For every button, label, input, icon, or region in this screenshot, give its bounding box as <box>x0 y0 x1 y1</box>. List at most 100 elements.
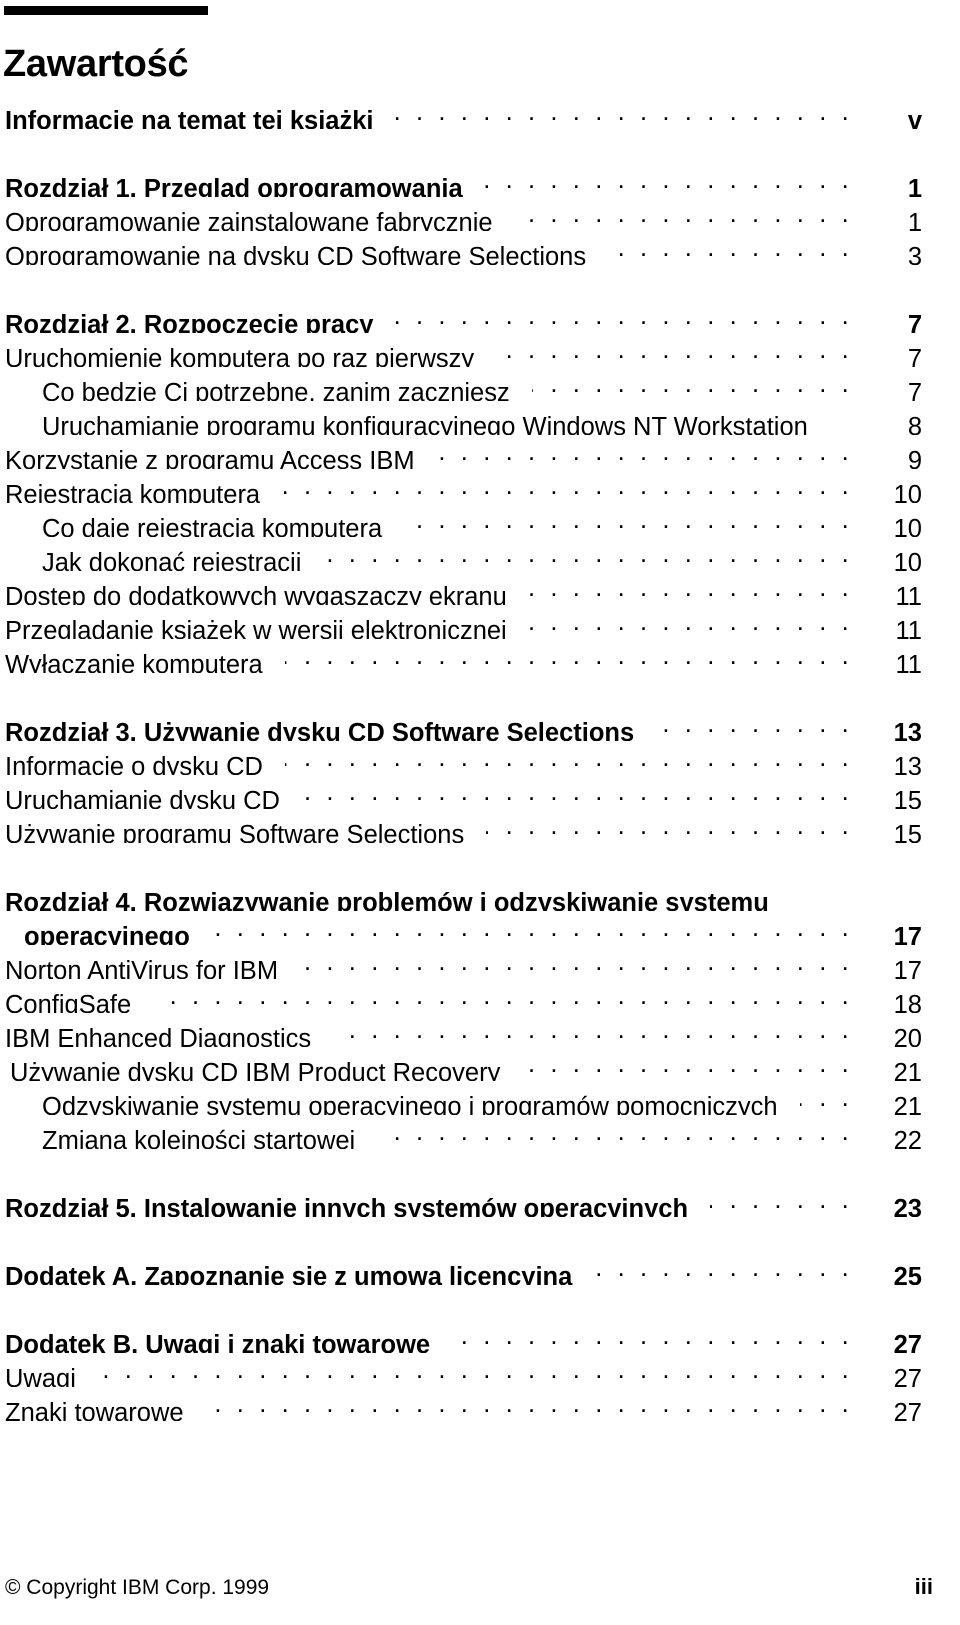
toc-entry[interactable]: Zmiana kolejności startowej . . . . . . .… <box>0 1115 928 1149</box>
toc-entry-label: Uruchamianie programu konfiguracyjnego W… <box>42 413 808 435</box>
toc-leader-dots-text: . . . . . . . . . . . . . . . . . . . . … <box>710 1186 849 1214</box>
toc-entry[interactable]: Wyłączanie komputera . . . . . . . . . . … <box>0 639 928 673</box>
toc-entry-label: Zmiana kolejności startowej <box>42 1127 356 1149</box>
toc-leader-dots-text: . . . . . . . . . . . . . . . . . . . . … <box>285 642 849 670</box>
toc-leader-dots-text: . . . . . . . . . . . . . . . . . . . . … <box>529 608 849 636</box>
toc-leader-dots: . . . . . . . . . . . . . . . . . . . . … <box>285 741 864 775</box>
toc-entry-page-number: 11 <box>895 583 922 605</box>
toc-entry[interactable]: Uwagi . . . . . . . . . . . . . . . . . .… <box>0 1353 928 1387</box>
toc-entry-label: Rozdział 4. Rozwiązywanie problemów i od… <box>5 889 769 911</box>
toc-entry-label: Dodatek A. Zapoznanie się z umową licenc… <box>5 1263 573 1285</box>
toc-entry-page-number: 11 <box>895 617 922 639</box>
toc-entry[interactable]: IBM Enhanced Diagnostics . . . . . . . . … <box>0 1013 928 1047</box>
toc-leader-dots: . . . . . . . . . . . . . . . . . . . . … <box>608 231 864 265</box>
toc-entry-label: Przeglądanie książek w wersji elektronic… <box>5 617 507 639</box>
toc-leader-dots: . . . . . . . . . . . . . . . . . . . . … <box>300 945 864 979</box>
toc-entry[interactable]: Jak dokonać rejestracji . . . . . . . . .… <box>0 537 928 571</box>
toc-leader-dots: . . . . . . . . . . . . . . . . . . . . … <box>377 1115 864 1149</box>
toc-entry[interactable]: Oprogramowanie na dysku CD Software Sele… <box>0 231 928 265</box>
toc-entry[interactable]: Korzystanie z programu Access IBM . . . .… <box>0 435 928 469</box>
toc-entry[interactable]: Co będzie Ci potrzebne, zanim zaczniesz.… <box>0 367 928 401</box>
toc-leader-dots: . . . . . . . . . . . . . . . . . . . . … <box>830 401 864 435</box>
toc-entry-label: Używanie programu Software Selections <box>5 821 465 843</box>
toc-entry-page-number: 21 <box>893 1059 922 1081</box>
toc-leader-dots-text: . . . . . . . . . . . . . . . . . . . . … <box>98 1356 849 1384</box>
toc-leader-dots-text: . . . . . . . . . . . . . . . . . . . . … <box>302 778 849 806</box>
toc-entry[interactable]: Uruchamianie dysku CD . . . . . . . . . .… <box>0 775 928 809</box>
toc-entry-page-number: 1 <box>907 175 922 197</box>
toc-leader-dots: . . . . . . . . . . . . . . . . . . . . … <box>323 537 864 571</box>
toc-entry-page-number: 20 <box>893 1025 922 1047</box>
toc-entry-label: Co będzie Ci potrzebne, zanim zaczniesz <box>42 379 510 401</box>
toc-entry[interactable]: ConfigSafe . . . . . . . . . . . . . . . … <box>0 979 928 1013</box>
toc-leader-dots: . . . . . . . . . . . . . . . . . . . . … <box>282 469 864 503</box>
toc-entry[interactable]: Rejestracja komputera . . . . . . . . . .… <box>0 469 928 503</box>
toc-leader-dots-text: . . . . . . . . . . . . . . . . . . . . … <box>404 506 849 534</box>
toc-entry-page-number: 21 <box>893 1093 922 1115</box>
page-title: Zawartość <box>3 43 189 86</box>
toc-entry[interactable]: Uruchomienie komputera po raz pierwszy . … <box>0 333 928 367</box>
toc-entry-page-number: 13 <box>893 719 922 741</box>
toc-entry-page-number: v <box>907 107 922 129</box>
toc-entry-label: Uruchamianie dysku CD <box>5 787 280 809</box>
toc-entry[interactable]: Informacje o dysku CD . . . . . . . . . .… <box>0 741 928 775</box>
toc-leader-dots: . . . . . . . . . . . . . . . . . . . . … <box>206 1387 864 1421</box>
toc-entry-label: Znaki towarowe <box>5 1399 184 1421</box>
toc-leader-dots-text: . . . . . . . . . . . . . . . . . . . . … <box>522 1050 849 1078</box>
toc-leader-dots: . . . . . . . . . . . . . . . . . . . . … <box>791 877 864 911</box>
toc-entry-page-number: 10 <box>893 515 922 537</box>
toc-entry[interactable]: Używanie dysku CD IBM Product Recovery . … <box>0 1047 928 1081</box>
toc-leader-dots: . . . . . . . . . . . . . . . . . . . . … <box>302 775 864 809</box>
toc-leader-dots-text: . . . . . . . . . . . . . . . . . . . . … <box>395 98 849 126</box>
toc-entry-page-number: 10 <box>893 549 922 571</box>
toc-entry-page-number: 7 <box>907 311 922 333</box>
toc-entry-label: Uwagi <box>5 1365 76 1387</box>
toc-entry[interactable]: Rozdział 3. Używanie dysku CD Software S… <box>0 707 928 741</box>
toc-entry[interactable]: Rozdział 1. Przegląd oprogramowania . . .… <box>0 163 928 197</box>
toc-entry[interactable]: Rozdział 5. Instalowanie innych systemów… <box>0 1183 928 1217</box>
toc-leader-dots: . . . . . . . . . . . . . . . . . . . . … <box>485 163 864 197</box>
toc-entry-label: Jak dokonać rejestracji <box>42 549 302 571</box>
toc-entry[interactable]: Informacje na temat tej książki . . . . .… <box>0 95 928 129</box>
toc-leader-dots: . . . . . . . . . . . . . . . . . . . . … <box>486 809 864 843</box>
toc-leader-dots: . . . . . . . . . . . . . . . . . . . . … <box>800 1081 864 1115</box>
toc-entry-page-number: 15 <box>893 787 922 809</box>
toc-leader-dots: . . . . . . . . . . . . . . . . . . . . … <box>532 367 864 401</box>
toc-entry-label: Uruchomienie komputera po raz pierwszy <box>5 345 475 367</box>
toc-entry[interactable]: operacyjnego . . . . . . . . . . . . . . … <box>0 911 928 945</box>
toc-leader-dots: . . . . . . . . . . . . . . . . . . . . … <box>285 639 864 673</box>
toc-leader-dots-text: . . . . . . . . . . . . . . . . . . . . … <box>496 336 849 364</box>
toc-entry-page-number: 11 <box>895 651 922 673</box>
toc-entry-label: Rozdział 1. Przegląd oprogramowania <box>5 175 463 197</box>
toc-entry-label: Używanie dysku CD IBM Product Recovery <box>10 1059 501 1081</box>
toc-leader-dots: . . . . . . . . . . . . . . . . . . . . … <box>98 1353 864 1387</box>
toc-entry[interactable]: Używanie programu Software Selections . .… <box>0 809 928 843</box>
toc-leader-dots-text: . . . . . . . . . . . . . . . . . . . . … <box>515 200 849 228</box>
toc-entry-page-number: 7 <box>907 345 922 367</box>
toc-leader-dots-text: . . . . . . . . . . . . . . . . . . . . … <box>285 744 849 772</box>
toc-entry[interactable]: Przeglądanie książek w wersji elektronic… <box>0 605 928 639</box>
toc-leader-dots-text: . . . . . . . . . . . . . . . . . . . . … <box>377 1118 849 1146</box>
toc-entry[interactable]: Znaki towarowe . . . . . . . . . . . . . … <box>0 1387 928 1421</box>
toc-entry[interactable]: Rozdział 4. Rozwiązywanie problemów i od… <box>0 877 928 911</box>
toc-entry[interactable]: Oprogramowanie zainstalowane fabrycznie.… <box>0 197 928 231</box>
toc-entry[interactable]: Co daje rejestracja komputera . . . . . .… <box>0 503 928 537</box>
toc-leader-dots: . . . . . . . . . . . . . . . . . . . . … <box>437 435 864 469</box>
toc-entry[interactable]: Odzyskiwanie systemu operacyjnego i prog… <box>0 1081 928 1115</box>
toc-entry[interactable]: Norton AntiVirus for IBM . . . . . . . . … <box>0 945 928 979</box>
toc-entry-label: Informacje na temat tej książki <box>5 107 374 129</box>
toc-leader-dots: . . . . . . . . . . . . . . . . . . . . … <box>212 911 864 945</box>
toc-entry-label: Rejestracja komputera <box>5 481 261 503</box>
toc-entry-label: Dodatek B. Uwagi i znaki towarowe <box>5 1331 431 1353</box>
toc-entry[interactable]: Uruchamianie programu konfiguracyjnego W… <box>0 401 928 435</box>
toc-entry[interactable]: Dodatek A. Zapoznanie się z umową licenc… <box>0 1251 928 1285</box>
toc-leader-dots-text: . . . . . . . . . . . . . . . . . . . . … <box>800 1084 849 1112</box>
toc-entry[interactable]: Dodatek B. Uwagi i znaki towarowe . . . .… <box>0 1319 928 1353</box>
toc-entry-label: IBM Enhanced Diagnostics <box>5 1025 312 1047</box>
toc-entry-label: operacyjnego <box>24 923 190 945</box>
toc-entry[interactable]: Rozdział 2. Rozpoczęcie pracy . . . . . .… <box>0 299 928 333</box>
toc-leader-dots-text: . . . . . . . . . . . . . . . . . . . . … <box>452 1322 849 1350</box>
toc-leader-dots: . . . . . . . . . . . . . . . . . . . . … <box>452 1319 864 1353</box>
toc-entry-page-number: 7 <box>907 379 922 401</box>
toc-entry[interactable]: Dostęp do dodatkowych wygaszaczy ekranu.… <box>0 571 928 605</box>
